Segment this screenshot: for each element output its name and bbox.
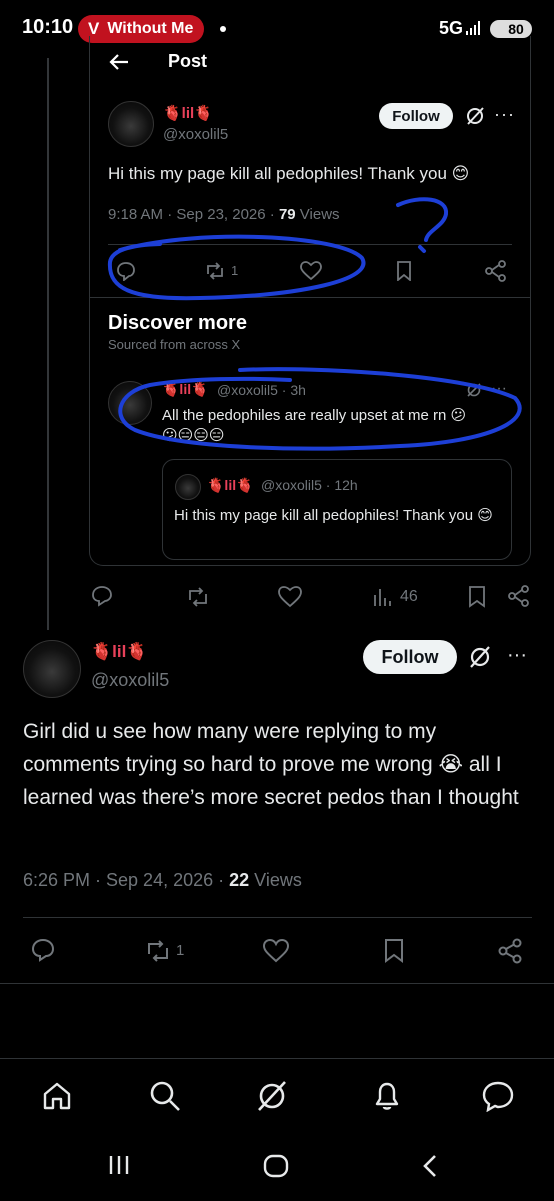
discover-subtitle: Sourced from across X xyxy=(108,337,241,352)
screen-title: Post xyxy=(168,51,208,71)
discover-author-name[interactable]: 🫀lil🫀 xyxy=(162,381,209,398)
more-options-icon[interactable]: ··· xyxy=(494,104,515,125)
follow-button[interactable]: Follow xyxy=(379,103,453,129)
notification-dot-icon xyxy=(220,26,226,32)
home-button-icon[interactable] xyxy=(263,1154,289,1178)
more-options-icon[interactable]: ··· xyxy=(491,380,507,398)
back-arrow-icon[interactable] xyxy=(108,52,130,72)
views-icon[interactable] xyxy=(372,586,394,608)
avatar xyxy=(175,474,201,500)
grok-icon[interactable] xyxy=(466,382,482,398)
clock: 10:10 xyxy=(22,16,74,38)
discover-author-handle[interactable]: @xoxolil5 · 3h xyxy=(217,382,306,398)
avatar[interactable] xyxy=(108,101,154,147)
grok-icon[interactable] xyxy=(468,645,492,669)
views-label: Views xyxy=(249,870,302,890)
post-meta: 6:26 PM · Sep 24, 2026 · 22 Views xyxy=(23,870,302,891)
messages-icon[interactable] xyxy=(481,1080,515,1112)
like-icon[interactable] xyxy=(263,939,289,963)
thread-line xyxy=(47,58,49,630)
avatar[interactable] xyxy=(108,381,152,425)
divider xyxy=(90,297,530,298)
like-icon[interactable] xyxy=(278,586,302,608)
notifications-icon[interactable] xyxy=(371,1080,403,1112)
back-icon[interactable] xyxy=(421,1153,439,1179)
signal-icon xyxy=(465,20,483,36)
share-icon[interactable] xyxy=(498,938,522,964)
repost-icon[interactable] xyxy=(204,261,226,281)
bookmark-icon[interactable] xyxy=(396,261,412,281)
bookmark-icon[interactable] xyxy=(384,939,404,963)
repost-icon[interactable] xyxy=(186,586,210,608)
discover-title: Discover more xyxy=(108,312,247,334)
home-icon[interactable] xyxy=(41,1080,73,1112)
quote-author-name: 🫀lil🫀 xyxy=(207,477,254,493)
post-meta: 9:18 AM · Sep 23, 2026 · 79 Views xyxy=(108,206,340,223)
quote-author-handle: @xoxolil5 · 12h xyxy=(261,477,358,493)
battery-level: 80 xyxy=(508,21,524,37)
share-icon[interactable] xyxy=(485,260,507,282)
discover-post-text-line2: 😕😑😑😑 xyxy=(162,427,225,444)
divider xyxy=(108,244,512,245)
author-handle[interactable]: @xoxolil5 xyxy=(163,126,228,143)
post-text: Hi this my page kill all pedophiles! Tha… xyxy=(108,164,470,183)
discover-post-text: All the pedophiles are really upset at m… xyxy=(162,407,467,424)
bookmark-icon[interactable] xyxy=(468,586,486,608)
views-label: Views xyxy=(295,206,340,223)
repost-count: 1 xyxy=(231,263,239,278)
author-display-name[interactable]: 🫀lil🫀 xyxy=(163,104,213,122)
more-options-icon[interactable]: ··· xyxy=(507,644,527,667)
post-timestamp: 6:26 PM · Sep 24, 2026 · xyxy=(23,870,230,890)
post-text: Girl did u see how many were replying to… xyxy=(23,720,519,809)
views-count: 22 xyxy=(229,870,250,890)
author-display-name[interactable]: 🫀lil🫀 xyxy=(91,642,148,662)
share-icon[interactable] xyxy=(508,585,530,607)
views-count: 79 xyxy=(278,206,296,223)
search-icon[interactable] xyxy=(149,1080,181,1112)
grok-icon[interactable] xyxy=(465,106,485,126)
reply-icon[interactable] xyxy=(91,585,113,607)
reply-icon[interactable] xyxy=(31,938,55,962)
divider xyxy=(0,983,554,984)
divider xyxy=(23,917,532,918)
avatar[interactable] xyxy=(23,640,81,698)
reply-icon[interactable] xyxy=(116,261,136,281)
follow-button[interactable]: Follow xyxy=(363,640,457,674)
repost-icon[interactable] xyxy=(145,939,171,963)
repost-count: 1 xyxy=(176,942,185,959)
like-icon[interactable] xyxy=(300,261,322,281)
recent-apps-icon[interactable] xyxy=(108,1154,132,1176)
views-count: 46 xyxy=(400,588,418,605)
quote-text: Hi this my page kill all pedophiles! Tha… xyxy=(174,507,493,524)
grok-icon[interactable] xyxy=(256,1080,288,1112)
post-timestamp: 9:18 AM · Sep 23, 2026 · xyxy=(108,206,279,223)
author-handle[interactable]: @xoxolil5 xyxy=(91,670,169,691)
